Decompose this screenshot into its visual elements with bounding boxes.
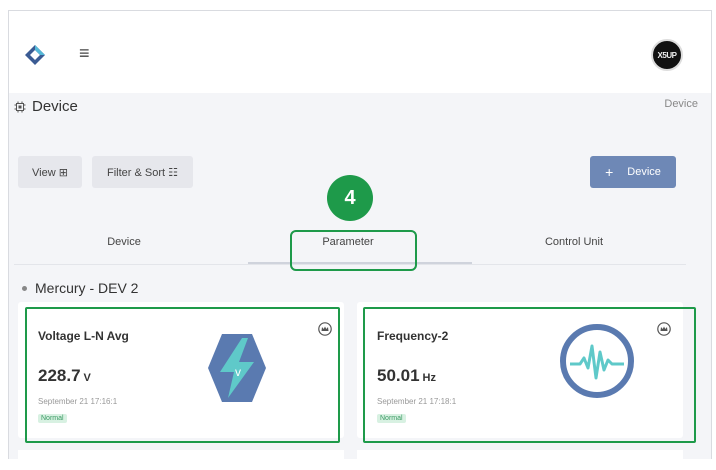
add-device-label: Device	[627, 166, 661, 178]
page-title-text: Device	[32, 98, 78, 115]
avatar-text: X5UP	[657, 50, 677, 60]
step-number-badge: 4	[327, 175, 373, 221]
diamond-logo-icon[interactable]	[24, 44, 46, 66]
device-section-title: Mercury - DEV 2	[35, 280, 139, 296]
cpu-icon	[14, 101, 26, 112]
device-section-header: Mercury - DEV 2	[22, 280, 138, 296]
plus-icon: +	[605, 164, 614, 180]
highlight-box-card-voltage	[25, 307, 340, 443]
add-device-button[interactable]: + Device	[590, 156, 676, 188]
avatar[interactable]: X5UP	[651, 39, 683, 71]
filter-sort-button[interactable]: Filter & Sort ☷	[92, 156, 193, 188]
tab-device[interactable]: Device	[14, 224, 234, 260]
page-title: Device	[14, 98, 78, 115]
highlight-box-card-frequency	[363, 307, 696, 443]
bullet-dot	[22, 285, 27, 291]
highlight-box-parameter-tab	[290, 230, 417, 271]
parameter-card-stub	[18, 450, 344, 470]
hamburger-icon[interactable]: ≡	[79, 44, 90, 62]
top-bar: ≡ X5UP	[9, 11, 711, 93]
view-button[interactable]: View ⊞	[18, 156, 82, 188]
tab-control-unit[interactable]: Control Unit	[462, 224, 686, 260]
parameter-card-stub	[357, 450, 683, 470]
breadcrumb[interactable]: Device	[664, 98, 698, 110]
